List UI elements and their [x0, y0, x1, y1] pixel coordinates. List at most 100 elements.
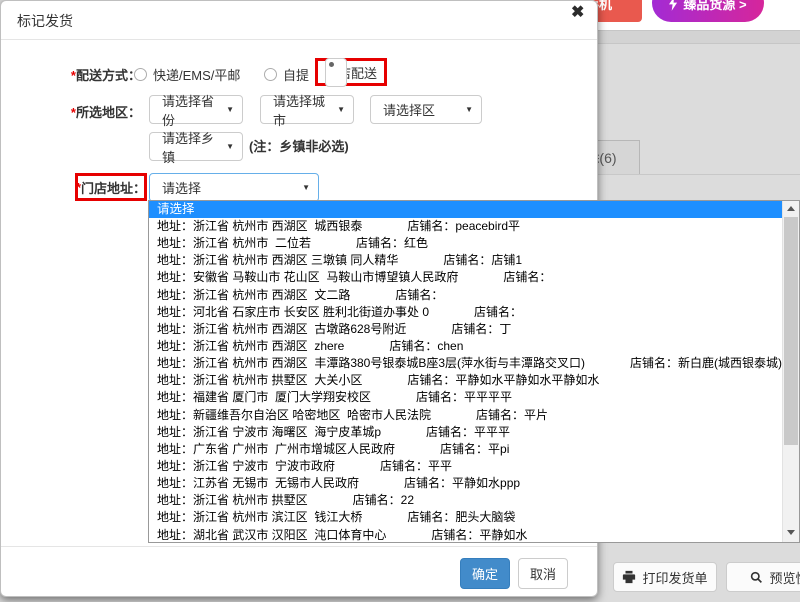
dropdown-option-selected[interactable]: 请选择 [149, 201, 799, 218]
preview-express-label: 预览快递 [769, 568, 800, 587]
dropdown-option[interactable]: 地址：江苏省 无锡市 无锡市人民政府 店铺名：平静如水ppp [149, 475, 799, 492]
magnifier-icon [750, 571, 763, 584]
option-shop-name: 店铺名：chen [389, 339, 463, 353]
radio-icon [264, 68, 277, 81]
modal-title: 标记发货 [17, 11, 73, 31]
option-address: 地址：浙江省 宁波市 海曙区 海宁皮革城p [157, 425, 381, 439]
dropdown-option[interactable]: 地址：浙江省 杭州市 拱墅区 大关小区 店铺名：平静如水平静如水平静如水 [149, 372, 799, 389]
option-shop-name: 店铺名：平平平 [426, 425, 510, 439]
radio-selected-icon [325, 58, 347, 87]
option-shop-name: 店铺名： [503, 270, 551, 284]
store-address-select-value: 请选择 [162, 178, 201, 197]
option-address: 地址：浙江省 杭州市 滨江区 钱江大桥 [157, 510, 362, 524]
dropdown-list: 地址：浙江省 杭州市 西湖区 城西银泰店铺名：peacebird平地址：浙江省 … [149, 218, 799, 543]
print-invoice-button[interactable]: 打印发货单 [613, 562, 717, 592]
cancel-button-label: 取消 [530, 564, 556, 583]
dropdown-option[interactable]: 地址：安徽省 马鞍山市 花山区 马鞍山市博望镇人民政府店铺名： [149, 269, 799, 286]
delivery-method-label: *配送方式： [1, 65, 141, 84]
dropdown-option[interactable]: 地址：浙江省 杭州市 西湖区 古墩路628号附近 店铺名：丁 [149, 321, 799, 338]
option-address: 地址：新疆维吾尔自治区 哈密地区 哈密市人民法院 [157, 408, 431, 422]
radio-express-label: 快递/EMS/平邮 [153, 65, 240, 84]
page-toolbar-band [590, 30, 800, 44]
scroll-up-icon[interactable] [783, 201, 799, 216]
close-icon[interactable]: ✖ [571, 5, 584, 21]
dropdown-option[interactable]: 地址：浙江省 杭州市 西湖区 zhere 店铺名：chen [149, 338, 799, 355]
radio-icon [134, 68, 147, 81]
district-select[interactable]: 请选择区 ▼ [370, 95, 482, 124]
option-address: 地址：浙江省 杭州市 西湖区 城西银泰 [157, 219, 362, 233]
chevron-down-icon: ▼ [465, 105, 473, 114]
city-select-value: 请选择城市 [273, 91, 331, 129]
option-shop-name: 店铺名： [474, 305, 522, 319]
scrollbar-thumb[interactable] [784, 217, 798, 445]
dropdown-option[interactable]: 地址：浙江省 宁波市 宁波市政府 店铺名：平平 [149, 458, 799, 475]
option-address: 地址：浙江省 杭州市 西湖区 丰潭路380号银泰城B座3层(萍水街与丰潭路交叉口… [157, 356, 585, 370]
dropdown-option[interactable]: 地址：河北省 石家庄市 长安区 胜利北街道办事处 0 店铺名： [149, 304, 799, 321]
dropdown-option[interactable]: 地址：浙江省 杭州市 西湖区 三墩镇 同人精华 店铺名：店铺1 [149, 252, 799, 269]
footer-divider [1, 546, 597, 547]
option-shop-name: 店铺名：平平平平 [416, 390, 512, 404]
option-address: 地址：浙江省 杭州市 西湖区 三墩镇 同人精华 [157, 253, 398, 267]
town-select[interactable]: 请选择乡镇 ▼ [149, 132, 243, 161]
region-label: *所选地区： [1, 102, 141, 121]
option-shop-name: 店铺名：平静如水平静如水平静如水 [407, 373, 599, 387]
province-select-value: 请选择省份 [162, 91, 220, 129]
option-shop-name: 店铺名：平静如水 [431, 528, 527, 542]
preview-express-button[interactable]: 预览快递 [726, 562, 800, 592]
option-shop-name: 店铺名：平平 [380, 459, 452, 473]
city-select[interactable]: 请选择城市 ▼ [260, 95, 354, 124]
lightning-icon [669, 0, 678, 11]
confirm-button-label: 确定 [472, 564, 498, 583]
radio-express[interactable]: 快递/EMS/平邮 [134, 65, 240, 84]
dropdown-option[interactable]: 地址：浙江省 杭州市 西湖区 丰潭路380号银泰城B座3层(萍水街与丰潭路交叉口… [149, 355, 799, 372]
premium-source-label: 臻品货源 > [683, 0, 746, 13]
option-address: 地址：湖北省 武汉市 汉阳区 沌口体育中心 [157, 528, 386, 542]
option-address: 地址：浙江省 杭州市 拱墅区 大关小区 [157, 373, 362, 387]
dropdown-option[interactable]: 地址：浙江省 杭州市 二位若 店铺名：红色 [149, 235, 799, 252]
dropdown-option[interactable]: 地址：浙江省 杭州市 西湖区 文二路 店铺名： [149, 287, 799, 304]
option-shop-name: 店铺名：丁 [451, 322, 511, 336]
radio-store-delivery[interactable]: 门店配送 [315, 58, 387, 86]
option-address: 地址：河北省 石家庄市 长安区 胜利北街道办事处 0 [157, 305, 429, 319]
option-address: 地址：浙江省 杭州市 二位若 [157, 236, 311, 250]
dropdown-option[interactable]: 地址：广东省 广州市 广州市增城区人民政府店铺名：平pi [149, 441, 799, 458]
option-shop-name: 店铺名：平静如水ppp [404, 476, 520, 490]
dropdown-option[interactable]: 地址：湖北省 武汉市 汉阳区 沌口体育中心 店铺名：平静如水 [149, 527, 799, 543]
town-select-value: 请选择乡镇 [162, 128, 220, 166]
option-address: 地址：广东省 广州市 广州市增城区人民政府 [157, 442, 395, 456]
option-address: 地址：浙江省 杭州市 西湖区 文二路 [157, 288, 350, 302]
district-select-value: 请选择区 [383, 100, 435, 119]
dropdown-option[interactable]: 地址：浙江省 杭州市 拱墅区店铺名：22 [149, 492, 799, 509]
option-address: 地址：浙江省 杭州市 西湖区 古墩路628号附近 [157, 322, 406, 336]
print-invoice-label: 打印发货单 [642, 568, 707, 587]
header-divider [1, 39, 597, 40]
dropdown-option[interactable]: 地址：浙江省 宁波市 海曙区 海宁皮革城p 店铺名：平平平 [149, 424, 799, 441]
cancel-button[interactable]: 取消 [518, 558, 568, 589]
option-address: 地址：浙江省 宁波市 宁波市政府 [157, 459, 335, 473]
province-select[interactable]: 请选择省份 ▼ [149, 95, 243, 124]
confirm-button[interactable]: 确定 [460, 558, 510, 589]
option-shop-name: 店铺名：平片 [476, 408, 548, 422]
dropdown-option[interactable]: 地址：浙江省 杭州市 滨江区 钱江大桥店铺名：肥头大脑袋 [149, 509, 799, 526]
scrollbar[interactable] [782, 201, 799, 542]
option-shop-name: 店铺名： [395, 288, 443, 302]
option-shop-name: 店铺名：红色 [356, 236, 428, 250]
option-address: 地址：浙江省 杭州市 拱墅区 [157, 493, 308, 507]
chevron-down-icon: ▼ [302, 183, 310, 192]
town-note: (注：乡镇非必选) [249, 132, 349, 161]
premium-source-button[interactable]: 臻品货源 > [652, 0, 764, 22]
option-address: 地址：浙江省 杭州市 西湖区 zhere [157, 339, 344, 353]
dropdown-option[interactable]: 地址：浙江省 杭州市 西湖区 城西银泰 店铺名：peacebird平 [149, 218, 799, 235]
scroll-down-icon[interactable] [783, 525, 799, 540]
radio-self-pickup[interactable]: 自提 [264, 65, 309, 84]
option-shop-name: 店铺名：店铺1 [443, 253, 522, 267]
screen: 手机 臻品货源 > 除(6) 打印发货单 预览快递 标记发货 ✖ *配送方式： [0, 0, 800, 602]
tab-divider [597, 174, 800, 175]
store-address-select[interactable]: 请选择 ▼ [149, 173, 319, 202]
radio-self-pickup-label: 自提 [283, 65, 309, 84]
option-shop-name: 店铺名：peacebird平 [407, 219, 520, 233]
option-address: 地址：江苏省 无锡市 无锡市人民政府 [157, 476, 359, 490]
dropdown-option[interactable]: 地址：新疆维吾尔自治区 哈密地区 哈密市人民法院 店铺名：平片 [149, 407, 799, 424]
dropdown-option[interactable]: 地址：福建省 厦门市 厦门大学翔安校区店铺名：平平平平 [149, 389, 799, 406]
chevron-down-icon: ▼ [226, 105, 234, 114]
